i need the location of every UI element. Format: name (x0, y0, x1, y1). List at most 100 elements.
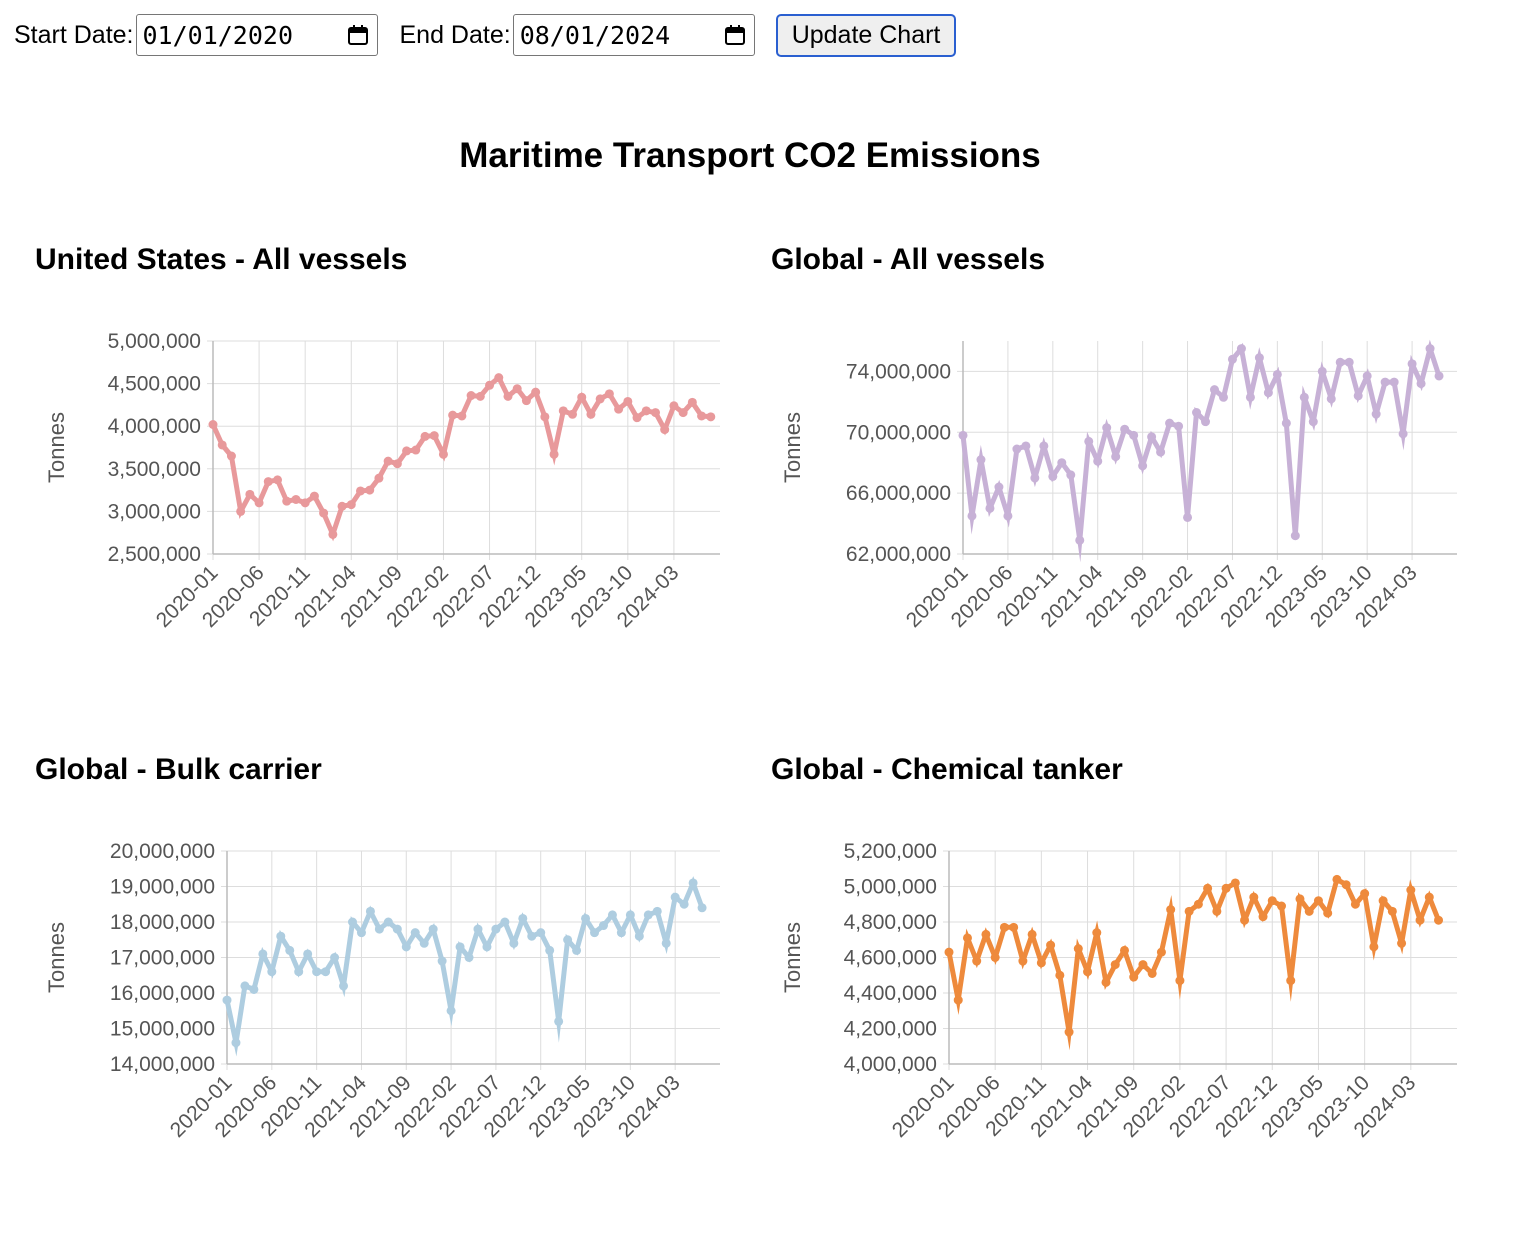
data-point (958, 430, 968, 440)
y-tick-label: 19,000,000 (110, 876, 215, 899)
data-point (1326, 394, 1336, 404)
y-tick-label: 66,000,000 (846, 482, 951, 505)
data-point (1344, 357, 1354, 367)
data-point (1201, 417, 1211, 427)
y-tick-label: 70,000,000 (846, 421, 951, 444)
data-point (267, 967, 277, 977)
data-point (1012, 444, 1022, 454)
data-point (258, 949, 268, 959)
data-point (981, 929, 991, 939)
data-point (392, 459, 402, 469)
y-tick-label: 4,500,000 (108, 373, 201, 396)
data-point (429, 431, 439, 441)
data-point (401, 942, 411, 952)
y-axis-label: Tonnes (780, 922, 805, 993)
data-point (1156, 947, 1166, 957)
data-point (581, 913, 591, 923)
data-point (1129, 972, 1139, 982)
data-point (1203, 883, 1213, 893)
data-point (1192, 408, 1202, 418)
data-point (466, 391, 476, 401)
data-point (1249, 892, 1259, 902)
data-point (410, 928, 420, 938)
data-point (365, 485, 375, 495)
data-point (411, 445, 421, 455)
data-point (263, 477, 273, 487)
data-point (226, 451, 236, 461)
data-point (1397, 938, 1407, 948)
data-point (473, 924, 483, 934)
y-axis-label: Tonnes (44, 922, 69, 993)
data-point (1018, 956, 1028, 966)
data-point (1258, 912, 1268, 922)
data-point (1075, 535, 1085, 545)
data-point (512, 384, 522, 394)
data-point (1009, 922, 1019, 932)
data-point (208, 419, 218, 429)
y-tick-label: 3,000,000 (108, 500, 201, 523)
data-point (1317, 366, 1327, 376)
data-point (623, 396, 633, 406)
data-point (1360, 889, 1370, 899)
data-point (687, 397, 697, 407)
data-point (365, 906, 375, 916)
data-point (392, 924, 402, 934)
data-point (577, 392, 587, 402)
data-point (1102, 423, 1112, 433)
data-point (1083, 967, 1093, 977)
data-point (217, 440, 227, 450)
data-point (446, 1006, 456, 1016)
data-point (420, 431, 430, 441)
data-point (962, 933, 972, 943)
y-tick-label: 4,000,000 (844, 1053, 937, 1076)
data-point (1221, 883, 1231, 893)
data-point (616, 928, 626, 938)
data-point (1286, 976, 1296, 986)
data-point (1290, 531, 1300, 541)
data-point (1027, 929, 1037, 939)
data-point (337, 501, 347, 511)
data-point (428, 924, 438, 934)
data-point (330, 953, 340, 962)
data-point (231, 1038, 241, 1048)
data-point (312, 967, 322, 977)
data-point (670, 892, 680, 902)
series-line (210, 373, 712, 542)
data-point (438, 449, 448, 459)
data-point (1240, 915, 1250, 925)
data-point (374, 473, 384, 483)
data-point (1335, 357, 1345, 367)
data-point (1119, 945, 1129, 955)
data-point (604, 389, 614, 399)
y-tick-label: 5,000,000 (108, 330, 201, 353)
data-point (319, 508, 329, 518)
data-point (1281, 418, 1291, 428)
data-point (706, 412, 716, 422)
data-point (1254, 353, 1264, 363)
data-point (669, 401, 679, 411)
data-point (697, 903, 707, 913)
y-tick-label: 5,000,000 (844, 876, 937, 899)
data-point (1147, 968, 1157, 978)
data-point (1295, 894, 1305, 904)
data-point (276, 931, 286, 941)
data-point (634, 931, 644, 941)
data-point (1371, 409, 1381, 419)
data-point (641, 406, 651, 416)
data-point (972, 956, 982, 966)
data-point (985, 503, 995, 513)
data-point (999, 922, 1009, 932)
y-tick-label: 20,000,000 (110, 840, 215, 863)
data-point (1084, 436, 1094, 446)
data-point (678, 408, 688, 418)
data-point (347, 917, 357, 927)
data-point (1092, 928, 1102, 938)
y-tick-label: 4,200,000 (844, 1018, 937, 1041)
data-point (1299, 392, 1309, 402)
data-point (328, 529, 338, 539)
data-point (1389, 377, 1399, 387)
data-point (1174, 421, 1184, 431)
data-point (222, 995, 232, 1005)
data-point (1039, 441, 1049, 451)
data-point (1110, 960, 1120, 970)
